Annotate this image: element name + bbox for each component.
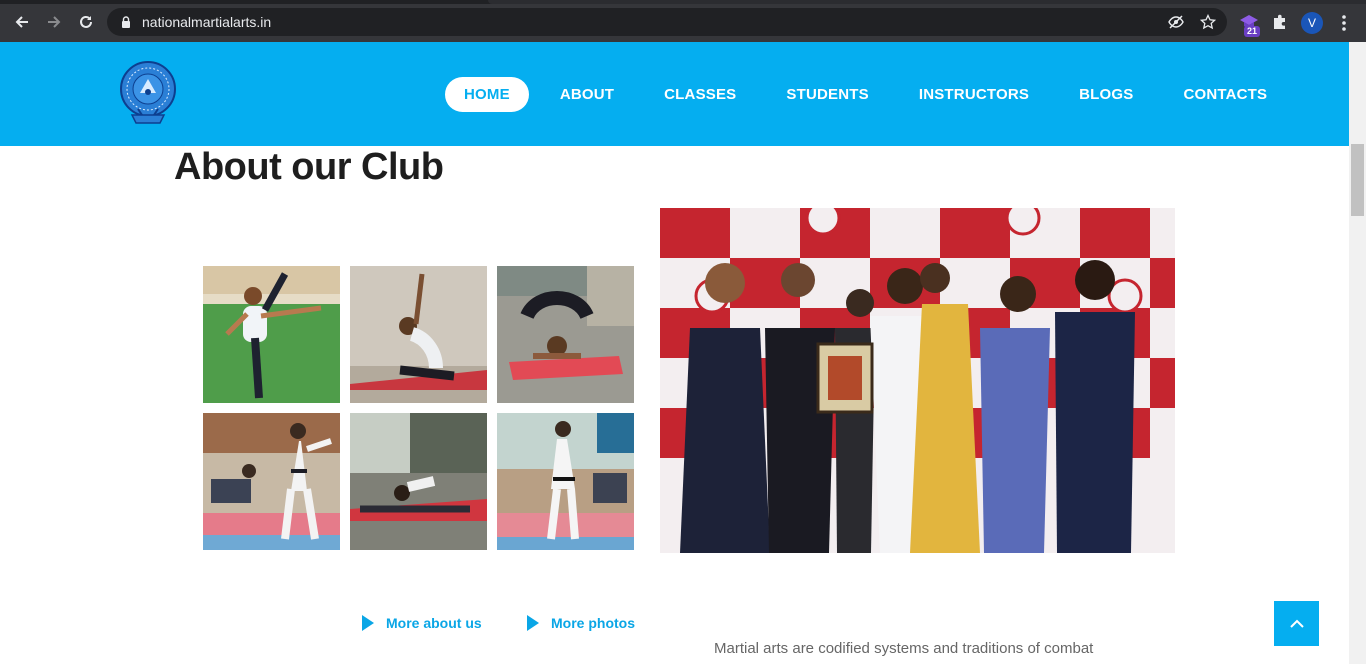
scrollbar-thumb[interactable]: [1351, 144, 1364, 216]
play-icon: [527, 615, 539, 631]
nav-instructors[interactable]: INSTRUCTORS: [900, 77, 1048, 112]
nav-blogs[interactable]: BLOGS: [1060, 77, 1152, 112]
nav-about[interactable]: ABOUT: [541, 77, 633, 112]
tab-strip-shadow: [488, 0, 1366, 4]
section-title: About our Club: [174, 146, 444, 188]
extensions-button[interactable]: [1269, 11, 1291, 33]
photo-boy-stretch-pose: [350, 266, 487, 403]
gallery-photo-1[interactable]: [203, 266, 340, 403]
arrow-right-icon: [48, 16, 61, 28]
more-photos-link[interactable]: More photos: [527, 612, 635, 634]
site-header: HOME ABOUT CLASSES STUDENTS INSTRUCTORS …: [0, 42, 1349, 146]
forward-button[interactable]: [43, 11, 65, 33]
gallery-photo-6[interactable]: [497, 413, 634, 550]
nav-students[interactable]: STUDENTS: [767, 77, 887, 112]
arrow-left-icon: [15, 16, 28, 28]
star-icon[interactable]: [1200, 14, 1216, 30]
nav-home[interactable]: HOME: [445, 77, 529, 112]
chevron-up-icon: [1289, 619, 1304, 628]
photo-karate-student-exam: [203, 413, 340, 550]
lock-icon: [122, 16, 130, 28]
photo-girl-backbend-on-mat: [497, 266, 634, 403]
page-scrollbar[interactable]: [1349, 42, 1366, 664]
photo-girl-standing-pose: [203, 266, 340, 403]
address-bar[interactable]: nationalmartialarts.in: [107, 8, 1227, 36]
about-intro-text: Martial arts are codified systems and tr…: [714, 640, 1094, 657]
browser-toolbar: nationalmartialarts.in 21 V: [0, 0, 1366, 42]
main-navigation: HOME ABOUT CLASSES STUDENTS INSTRUCTORS …: [445, 77, 1298, 112]
nav-contacts[interactable]: CONTACTS: [1164, 77, 1286, 112]
gallery-photo-2[interactable]: [350, 266, 487, 403]
gallery-photo-4[interactable]: [203, 413, 340, 550]
more-options-icon[interactable]: [1337, 12, 1351, 34]
url-text[interactable]: nationalmartialarts.in: [142, 14, 271, 30]
profile-avatar[interactable]: V: [1301, 12, 1323, 34]
photo-split-stretch-outdoor: [350, 413, 487, 550]
award-ceremony-image: [660, 208, 1175, 553]
play-icon: [362, 615, 374, 631]
nav-classes[interactable]: CLASSES: [645, 77, 755, 112]
club-logo[interactable]: [118, 59, 178, 127]
award-ceremony-photo[interactable]: [660, 208, 1175, 553]
back-to-top-button[interactable]: [1274, 601, 1319, 646]
puzzle-icon: [1274, 14, 1285, 29]
reload-button[interactable]: [75, 11, 97, 33]
more-photos-label: More photos: [551, 615, 635, 631]
gallery-photo-5[interactable]: [350, 413, 487, 550]
reload-icon: [80, 15, 92, 28]
eye-off-icon[interactable]: [1168, 14, 1184, 30]
more-about-us-label: More about us: [386, 615, 482, 631]
more-about-us-link[interactable]: More about us: [362, 612, 482, 634]
back-button[interactable]: [11, 11, 33, 33]
photo-karate-black-belt: [497, 413, 634, 550]
gallery-photo-3[interactable]: [497, 266, 634, 403]
extension-badge: 21: [1244, 26, 1261, 37]
tab-strip: [0, 0, 1366, 4]
